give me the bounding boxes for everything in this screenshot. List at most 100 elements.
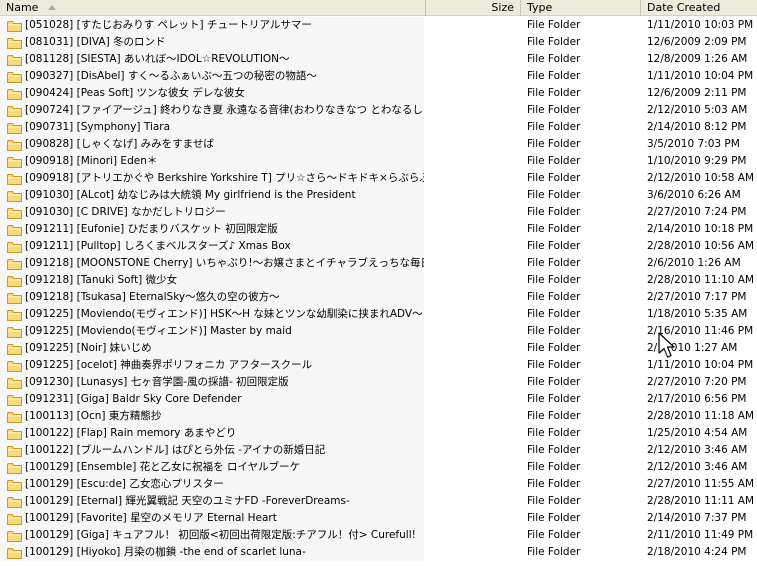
name-cell: [100122] [ブルームハンドル] はぴとら外伝 -アイナの新婚日記: [0, 442, 424, 459]
folder-row[interactable]: [100129] [Eternal] 輝光翼戦記 天空のユミナFD -Forev…: [0, 493, 757, 510]
folder-row[interactable]: [091225] [Noir] 妹いじめ File Folder 2/ /2010 …: [0, 340, 757, 357]
folder-name[interactable]: [091218] [Tanuki Soft] 微少女: [25, 272, 177, 289]
folder-name[interactable]: [100122] [ブルームハンドル] はぴとら外伝 -アイナの新婚日記: [25, 442, 325, 459]
folder-name[interactable]: [091225] [Moviendo(モヴィエンド)] HSK～H な妹とツンな…: [25, 306, 423, 323]
folder-name[interactable]: [091030] [ALcot] 幼なじみは大統領 My girlfriend …: [25, 187, 356, 204]
folder-name[interactable]: [091211] [Pulltop] しろくまベルスターズ♪ Xmas Box: [25, 238, 291, 255]
folder-name[interactable]: [100113] [Ocn] 東方精態抄: [25, 408, 161, 425]
name-cell: [091231] [Giga] Baldr Sky Core Defender: [0, 391, 424, 408]
folder-name[interactable]: [100122] [Flap] Rain memory あまやどり: [25, 425, 236, 442]
folder-row[interactable]: [090731] [Symphony] Tiara File Folder 2/14…: [0, 119, 757, 136]
folder-date-created: 2/27/2010 11:55 AM: [647, 478, 755, 490]
column-header-size[interactable]: Size: [426, 0, 521, 16]
folder-row[interactable]: [100129] [Hiyoko] 月染の枷鎖 -the end of scar…: [0, 544, 757, 561]
folder-name[interactable]: [090918] [アトリエかぐや Berkshire Yorkshire T]…: [25, 170, 424, 187]
folder-row[interactable]: [091230] [Lunasys] 七ヶ音学園-風の採譜- 初回限定版 File…: [0, 374, 757, 391]
name-cell: [100129] [Favorite] 星空のメモリア Eternal Hear…: [0, 510, 424, 527]
name-cell: [091030] [C DRIVE] なかだしトリロジー: [0, 204, 424, 221]
folder-name[interactable]: [090724] [ファイアージュ] 終わりなき夏 永遠なる音律(おわりなきなつ…: [25, 102, 424, 119]
folder-row[interactable]: [091218] [MOONSTONE Cherry] いちゃぶり!～お嬢さまと…: [0, 255, 757, 272]
folder-name[interactable]: [091225] [Noir] 妹いじめ: [25, 340, 152, 357]
folder-row[interactable]: [100122] [ブルームハンドル] はぴとら外伝 -アイナの新婚日記 File…: [0, 442, 757, 459]
name-cell: [100129] [Giga] キュアフル！ 初回版<初回出荷限定版:チアフル！…: [0, 527, 424, 544]
folder-row[interactable]: [091225] [Moviendo(モヴィエンド)] Master by ma…: [0, 323, 757, 340]
column-header-name[interactable]: Name: [0, 0, 426, 16]
folder-row[interactable]: [081031] [DIVA] 冬のロンド File Folder 12/6/200…: [0, 34, 757, 51]
folder-icon: [7, 139, 22, 151]
folder-icon: [7, 326, 22, 338]
folder-icon: [7, 530, 22, 542]
folder-name[interactable]: [091230] [Lunasys] 七ヶ音学園-風の採譜- 初回限定版: [25, 374, 289, 391]
folder-name[interactable]: [100129] [Favorite] 星空のメモリア Eternal Hear…: [25, 510, 277, 527]
column-header-type[interactable]: Type: [521, 0, 641, 16]
folder-row[interactable]: [090828] [しゃくなげ] みみをすませば File Folder 3/5/2…: [0, 136, 757, 153]
folder-row[interactable]: [091231] [Giga] Baldr Sky Core Defender F…: [0, 391, 757, 408]
folder-name[interactable]: [091218] [Tsukasa] EternalSky～悠久の空の彼方～: [25, 289, 280, 306]
folder-name[interactable]: [090828] [しゃくなげ] みみをすませば: [25, 136, 214, 153]
folder-row[interactable]: [090327] [DisAbel] すく～るふぁいぶ～五つの秘密の物語～ Fil…: [0, 68, 757, 85]
folder-row[interactable]: [051028] [すたじおみりす ペレット] チュートリアルサマー File F…: [0, 17, 757, 34]
folder-row[interactable]: [100129] [Favorite] 星空のメモリア Eternal Hear…: [0, 510, 757, 527]
folder-row[interactable]: [091030] [ALcot] 幼なじみは大統領 My girlfriend …: [0, 187, 757, 204]
folder-date-created: 12/6/2009 2:09 PM: [647, 36, 747, 48]
folder-icon: [7, 88, 22, 100]
folder-row[interactable]: [100113] [Ocn] 東方精態抄 File Folder 2/28/2010…: [0, 408, 757, 425]
folder-type: File Folder: [527, 478, 581, 490]
folder-name[interactable]: [100129] [Ensemble] 花と乙女に祝福を ロイヤルブーケ: [25, 459, 300, 476]
folder-name[interactable]: [090731] [Symphony] Tiara: [25, 119, 170, 136]
folder-icon: [7, 224, 22, 236]
folder-type: File Folder: [527, 240, 581, 252]
folder-row[interactable]: [100129] [Giga] キュアフル！ 初回版<初回出荷限定版:チアフル！…: [0, 527, 757, 544]
folder-name[interactable]: [091225] [Moviendo(モヴィエンド)] Master by ma…: [25, 323, 292, 340]
name-cell: [091225] [Noir] 妹いじめ: [0, 340, 424, 357]
folder-name[interactable]: [100129] [Eternal] 輝光翼戦記 天空のユミナFD -Forev…: [25, 493, 350, 510]
folder-row[interactable]: [100129] [Ensemble] 花と乙女に祝福を ロイヤルブーケ File…: [0, 459, 757, 476]
folder-name[interactable]: [091225] [ocelot] 神曲奏界ポリフォニカ アフタースクール: [25, 357, 312, 374]
name-cell: [090918] [アトリエかぐや Berkshire Yorkshire T]…: [0, 170, 424, 187]
folder-row[interactable]: [091218] [Tsukasa] EternalSky～悠久の空の彼方～ Fi…: [0, 289, 757, 306]
folder-name[interactable]: [100129] [Hiyoko] 月染の枷鎖 -the end of scar…: [25, 544, 306, 561]
folder-icon: [7, 241, 22, 253]
folder-name[interactable]: [051028] [すたじおみりす ペレット] チュートリアルサマー: [25, 17, 312, 34]
folder-name[interactable]: [091231] [Giga] Baldr Sky Core Defender: [25, 391, 242, 408]
folder-type: File Folder: [527, 155, 581, 167]
folder-type: File Folder: [527, 223, 581, 235]
folder-row[interactable]: [091225] [ocelot] 神曲奏界ポリフォニカ アフタースクール Fil…: [0, 357, 757, 374]
file-rows: [051028] [すたじおみりす ペレット] チュートリアルサマー File F…: [0, 17, 757, 561]
column-header-date-label: Date Created: [647, 1, 721, 14]
folder-row[interactable]: [091225] [Moviendo(モヴィエンド)] HSK～H な妹とツンな…: [0, 306, 757, 323]
folder-row[interactable]: [100122] [Flap] Rain memory あまやどり File Fo…: [0, 425, 757, 442]
folder-name[interactable]: [081031] [DIVA] 冬のロンド: [25, 34, 166, 51]
folder-row[interactable]: [091211] [Eufonie] ひだまりバスケット 初回限定版 File F…: [0, 221, 757, 238]
name-cell: [100129] [Eternal] 輝光翼戦記 天空のユミナFD -Forev…: [0, 493, 424, 510]
folder-icon: [7, 360, 22, 372]
folder-name[interactable]: [091030] [C DRIVE] なかだしトリロジー: [25, 204, 226, 221]
folder-date-created: 2/18/2010 4:24 PM: [647, 546, 747, 558]
folder-row[interactable]: [090918] [アトリエかぐや Berkshire Yorkshire T]…: [0, 170, 757, 187]
folder-name[interactable]: [091218] [MOONSTONE Cherry] いちゃぶり!～お嬢さまと…: [25, 255, 424, 272]
folder-icon: [7, 105, 22, 117]
column-header-type-label: Type: [527, 1, 553, 14]
folder-row[interactable]: [100129] [Escu:de] 乙女恋心プリスター File Folder 2…: [0, 476, 757, 493]
folder-name[interactable]: [090327] [DisAbel] すく～るふぁいぶ～五つの秘密の物語～: [25, 68, 317, 85]
folder-name[interactable]: [090424] [Peas Soft] ツンな彼女 デレな彼女: [25, 85, 245, 102]
folder-date-created: 2/6/2010 1:26 AM: [647, 257, 741, 269]
folder-name[interactable]: [091211] [Eufonie] ひだまりバスケット 初回限定版: [25, 221, 278, 238]
folder-name[interactable]: [100129] [Escu:de] 乙女恋心プリスター: [25, 476, 224, 493]
name-cell: [100129] [Ensemble] 花と乙女に祝福を ロイヤルブーケ: [0, 459, 424, 476]
folder-row[interactable]: [090424] [Peas Soft] ツンな彼女 デレな彼女 File Fol…: [0, 85, 757, 102]
folder-date-created: 2/27/2010 7:20 PM: [647, 376, 747, 388]
name-cell: [090731] [Symphony] Tiara: [0, 119, 424, 136]
folder-date-created: 2/28/2010 11:10 AM: [647, 274, 755, 286]
folder-name[interactable]: [081128] [SIESTA] あいれぼ～IDOL☆REVOLUTION～: [25, 51, 290, 68]
folder-row[interactable]: [090918] [Minori] Eden＊ File Folder 1/10/2…: [0, 153, 757, 170]
folder-name[interactable]: [100129] [Giga] キュアフル！ 初回版<初回出荷限定版:チアフル！…: [25, 527, 416, 544]
folder-name[interactable]: [090918] [Minori] Eden＊: [25, 153, 157, 170]
column-header-date-created[interactable]: Date Created: [641, 0, 757, 16]
folder-row[interactable]: [091211] [Pulltop] しろくまベルスターズ♪ Xmas Box F…: [0, 238, 757, 255]
folder-row[interactable]: [081128] [SIESTA] あいれぼ～IDOL☆REVOLUTION～ F…: [0, 51, 757, 68]
folder-row[interactable]: [091030] [C DRIVE] なかだしトリロジー File Folder 2…: [0, 204, 757, 221]
name-cell: [100129] [Hiyoko] 月染の枷鎖 -the end of scar…: [0, 544, 424, 561]
folder-row[interactable]: [091218] [Tanuki Soft] 微少女 File Folder 2/2…: [0, 272, 757, 289]
folder-row[interactable]: [090724] [ファイアージュ] 終わりなき夏 永遠なる音律(おわりなきなつ…: [0, 102, 757, 119]
